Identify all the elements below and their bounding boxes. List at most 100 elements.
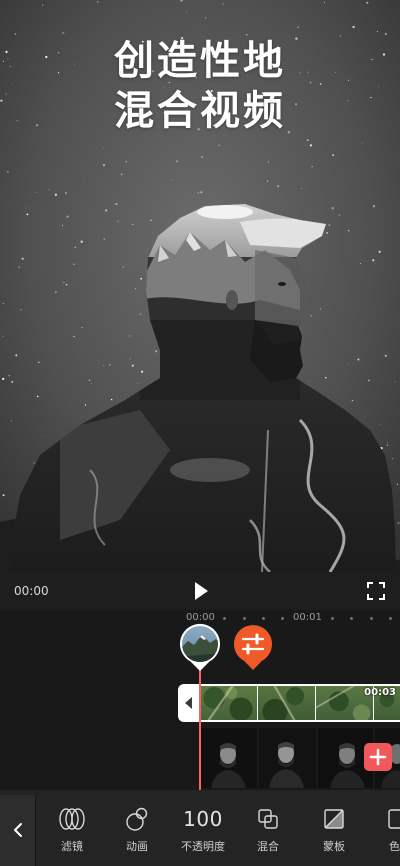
video-preview[interactable]: 创造性地 混合视频: [0, 0, 400, 572]
star: [372, 205, 376, 208]
star: [137, 240, 138, 241]
adjust-marker[interactable]: [232, 623, 274, 673]
star: [33, 462, 35, 464]
star: [391, 458, 393, 460]
silhouette-cloud: [197, 205, 253, 219]
star: [141, 370, 144, 373]
clip-duration: 00:03: [364, 687, 396, 698]
trim-handle-left[interactable]: [178, 684, 200, 722]
star: [84, 404, 87, 406]
star: [96, 1, 99, 3]
star: [218, 144, 220, 146]
star: [110, 398, 113, 401]
tool-color[interactable]: 色: [380, 790, 400, 866]
star: [351, 400, 353, 402]
star: [14, 33, 17, 35]
player-controls: 00:00: [0, 572, 400, 610]
ruler-tick: [243, 617, 246, 620]
ear: [226, 290, 238, 310]
add-overlay-button[interactable]: [364, 743, 392, 771]
star: [379, 424, 381, 425]
fullscreen-icon[interactable]: [367, 582, 385, 600]
play-icon[interactable]: [193, 581, 209, 601]
keyframe-thumbnail-marker[interactable]: [178, 623, 222, 673]
star: [300, 188, 302, 190]
star: [20, 309, 22, 311]
star: [266, 180, 269, 182]
star: [331, 207, 334, 210]
star: [306, 139, 309, 142]
star: [66, 215, 69, 218]
star: [10, 420, 13, 422]
star: [65, 283, 68, 286]
star: [222, 3, 224, 5]
star: [102, 164, 106, 167]
plus-icon: [369, 748, 387, 766]
star: [372, 259, 375, 262]
star: [109, 364, 111, 366]
tool-animation[interactable]: 动画: [107, 790, 167, 866]
star: [122, 266, 124, 268]
star: [328, 224, 331, 227]
tool-icon-wrap: [304, 806, 364, 832]
edit-toolbar: 滤镜 动画 100 不透明度 混合 蒙板 色: [0, 790, 400, 866]
ruler-tick: [262, 617, 265, 620]
star: [64, 192, 67, 194]
star: [103, 238, 105, 241]
tool-icon-wrap: [388, 806, 400, 832]
hero-title-line1: 创造性地: [114, 38, 286, 84]
star: [80, 240, 83, 243]
star: [125, 160, 128, 163]
star: [176, 160, 178, 163]
tool-label-blend: 混合: [257, 840, 279, 853]
star: [48, 189, 50, 191]
tool-label-color: 色: [389, 840, 400, 853]
star: [325, 376, 327, 379]
ruler-tick: [350, 617, 353, 620]
star: [21, 257, 24, 260]
trim-handle-left-icon: [185, 697, 192, 709]
star: [73, 335, 75, 338]
clip-filmstrip[interactable]: 00:03: [200, 684, 400, 722]
star: [115, 203, 118, 206]
timeline[interactable]: 00:00 00:01 00:03: [0, 610, 400, 790]
star: [338, 214, 341, 216]
tool-opacity[interactable]: 100 不透明度: [173, 790, 233, 866]
opacity-value: 100: [183, 807, 223, 831]
star: [387, 442, 388, 444]
star: [121, 173, 123, 175]
star: [386, 444, 389, 446]
star: [36, 395, 39, 398]
tool-blend[interactable]: 混合: [238, 790, 298, 866]
star: [26, 207, 27, 209]
star: [320, 308, 322, 310]
star: [332, 154, 334, 156]
star: [277, 185, 280, 188]
star: [197, 192, 199, 194]
tool-mask[interactable]: 蒙板: [304, 790, 364, 866]
lake: [170, 458, 250, 482]
star: [7, 171, 9, 173]
chevron-left-icon: [14, 823, 22, 837]
star: [2, 377, 5, 381]
overlay-frame: [259, 728, 316, 788]
ruler-tick: [331, 617, 334, 620]
star: [88, 379, 91, 382]
star: [134, 287, 136, 290]
star: [139, 313, 142, 316]
star: [171, 179, 173, 181]
tool-filter[interactable]: 滤镜: [42, 790, 102, 866]
star: [35, 192, 37, 193]
star: [311, 166, 313, 168]
star: [77, 354, 79, 356]
star: [186, 11, 187, 13]
mask-icon: [324, 809, 344, 829]
star: [54, 193, 58, 196]
star: [74, 246, 76, 248]
back-button[interactable]: [0, 795, 36, 866]
color-icon: [388, 809, 400, 829]
tool-icon-wrap: [42, 806, 102, 832]
clip-frame: [200, 686, 257, 720]
star: [155, 350, 158, 353]
star: [26, 213, 29, 216]
